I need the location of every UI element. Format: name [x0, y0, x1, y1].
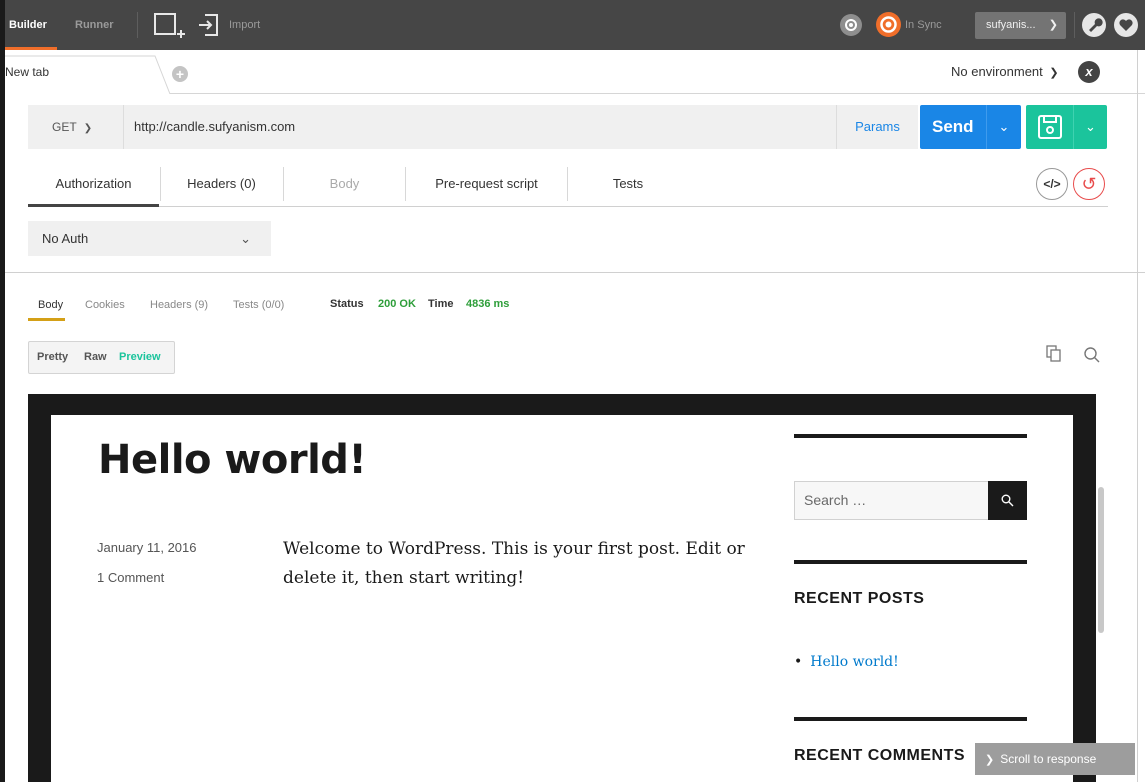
sidebar-search-input[interactable]: Search … — [794, 481, 989, 520]
builder-tab[interactable]: Builder — [5, 0, 57, 50]
sidebar-search-button[interactable] — [988, 481, 1027, 520]
format-preview[interactable]: Preview — [119, 342, 161, 373]
tab-headers[interactable]: Headers (0) — [161, 161, 282, 207]
tab-tests[interactable]: Tests — [568, 161, 688, 207]
bullet: • — [794, 654, 803, 670]
interceptor-icon[interactable] — [840, 14, 862, 36]
scroll-to-response-label: Scroll to response — [1000, 752, 1097, 766]
post-body: Welcome to WordPress. This is your first… — [283, 539, 745, 588]
post-date[interactable]: January 11, 2016 — [97, 540, 197, 555]
status-label: Status — [330, 298, 364, 310]
environment-select[interactable]: No environment ❯ — [951, 50, 1059, 94]
time-label: Time — [428, 298, 454, 310]
top-toolbar: Builder Runner Import In Sync sufyanis..… — [0, 0, 1145, 50]
auth-type-select[interactable]: No Auth ⌄ — [28, 221, 271, 256]
tab-new-tab[interactable]: New tab — [5, 50, 175, 94]
import-label[interactable]: Import — [229, 0, 260, 50]
chevron-down-icon: ❯ — [1048, 19, 1058, 31]
search-icon[interactable] — [1083, 346, 1101, 364]
url-input[interactable]: http://candle.sufyanism.com — [134, 105, 295, 149]
toolbar-separator — [1074, 12, 1075, 38]
environment-label: No environment — [951, 64, 1043, 79]
section-divider — [5, 272, 1145, 273]
import-icon[interactable] — [197, 12, 221, 38]
preview-scrollbar[interactable] — [1098, 487, 1104, 633]
generate-code-icon[interactable]: </> — [1036, 168, 1068, 200]
method-select[interactable]: GET ❯ — [28, 105, 124, 149]
chevron-down-icon[interactable]: ⌄ — [986, 105, 1021, 149]
environment-quicklook-icon[interactable]: x — [1078, 61, 1100, 83]
sync-label: In Sync — [905, 19, 942, 31]
request-tabs: Authorization Headers (0) Body Pre-reque… — [28, 161, 1108, 207]
format-raw[interactable]: Raw — [84, 342, 107, 373]
status-value: 200 OK — [378, 298, 416, 310]
recent-posts-heading: RECENT POSTS — [794, 590, 925, 607]
chevron-down-icon: ❯ — [1049, 67, 1059, 79]
recent-comments-heading: RECENT COMMENTS — [794, 747, 966, 764]
tab-pre-request-script[interactable]: Pre-request script — [406, 161, 567, 207]
sidebar-rule — [794, 434, 1027, 438]
save-icon — [1038, 115, 1062, 139]
send-button[interactable]: Send ⌄ — [920, 105, 1021, 149]
params-button[interactable]: Params — [836, 105, 918, 149]
response-preview: Hello world! January 11, 2016 1 Comment … — [28, 394, 1096, 782]
recent-post-link[interactable]: Hello world! — [810, 654, 899, 670]
user-name: sufyanis... — [986, 19, 1036, 31]
scroll-to-response-button[interactable]: ❯ Scroll to response — [975, 743, 1135, 775]
runner-tab[interactable]: Runner — [75, 0, 114, 50]
chevron-down-icon: ⌄ — [240, 231, 251, 246]
reset-icon[interactable]: ↺ — [1073, 168, 1105, 200]
sidebar-rule — [794, 717, 1027, 721]
method-label: GET — [52, 120, 77, 134]
search-icon — [1001, 494, 1014, 507]
save-button[interactable]: ⌄ — [1026, 105, 1107, 149]
response-tab-cookies[interactable]: Cookies — [85, 293, 125, 321]
time-value: 4836 ms — [466, 298, 510, 310]
chevron-down-icon[interactable]: ⌄ — [1073, 105, 1107, 149]
tab-body[interactable]: Body — [284, 161, 405, 207]
tab-authorization[interactable]: Authorization — [28, 161, 159, 207]
user-menu-button[interactable]: sufyanis... ❯ — [975, 12, 1066, 39]
request-bar: GET ❯ http://candle.sufyanism.com Params — [28, 105, 918, 149]
chevron-down-icon: ❯ — [83, 123, 93, 134]
new-window-icon[interactable] — [153, 12, 187, 40]
copy-icon[interactable] — [1046, 345, 1062, 363]
format-toggle: Pretty Raw Preview — [28, 341, 175, 374]
heart-icon[interactable] — [1114, 13, 1138, 37]
wrench-icon[interactable] — [1082, 13, 1106, 37]
sync-status-icon[interactable] — [876, 12, 901, 37]
send-label: Send — [932, 117, 974, 136]
format-pretty[interactable]: Pretty — [37, 342, 68, 373]
response-tab-body[interactable]: Body — [28, 293, 65, 321]
response-tab-tests[interactable]: Tests (0/0) — [233, 293, 284, 321]
toolbar-separator — [137, 12, 138, 38]
response-tab-headers[interactable]: Headers (9) — [150, 293, 208, 321]
sidebar-rule — [794, 560, 1027, 564]
window-left-edge — [0, 0, 5, 782]
auth-type-label: No Auth — [42, 231, 89, 246]
post-title[interactable]: Hello world! — [98, 437, 367, 483]
preview-page: Hello world! January 11, 2016 1 Comment … — [51, 415, 1073, 782]
recent-post-item[interactable]: • Hello world! — [794, 654, 899, 670]
window-right-edge — [1137, 50, 1138, 782]
chevron-down-icon: ❯ — [985, 754, 995, 766]
add-tab-icon[interactable]: + — [172, 66, 188, 82]
post-comments-link[interactable]: 1 Comment — [97, 570, 164, 585]
